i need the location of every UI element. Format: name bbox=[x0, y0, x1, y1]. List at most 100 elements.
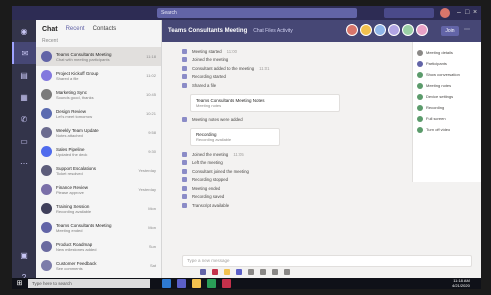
taskbar-app-icon[interactable] bbox=[162, 279, 171, 288]
activity-icon[interactable]: ◉ bbox=[12, 20, 36, 42]
calls-icon[interactable]: ✆ bbox=[12, 108, 36, 130]
panel-item[interactable]: Meeting details bbox=[417, 47, 477, 58]
event-icon bbox=[182, 160, 187, 166]
event-icon bbox=[182, 202, 187, 208]
panel-item-label: Meeting notes bbox=[426, 83, 452, 88]
apps-icon[interactable]: ▣ bbox=[12, 244, 36, 266]
chat-list-item[interactable]: Project Kickoff Group Shared a file 11:02 bbox=[36, 66, 161, 85]
compose-tool-icon[interactable] bbox=[260, 269, 266, 275]
participant-avatars[interactable] bbox=[346, 24, 428, 36]
participant-avatar[interactable] bbox=[360, 24, 372, 36]
chat-item-text: Sales Pipeline Updated the deck bbox=[56, 147, 144, 157]
message-text: Meeting started bbox=[192, 48, 222, 54]
chat-list-item[interactable]: Product Roadmap New milestones added Sun bbox=[36, 237, 161, 256]
chat-list-item[interactable]: Sales Pipeline Updated the deck 9:30 bbox=[36, 142, 161, 161]
chat-list-item[interactable]: Design Review Let's meet tomorrow 10:21 bbox=[36, 104, 161, 123]
avatar bbox=[41, 184, 52, 195]
message-text: Joined the meeting bbox=[192, 57, 229, 63]
panel-item[interactable]: Show conversation bbox=[417, 69, 477, 80]
more-options-icon[interactable]: ⋯ bbox=[464, 26, 470, 33]
taskbar-app-icon[interactable] bbox=[192, 279, 201, 288]
calendar-icon[interactable]: ▦ bbox=[12, 86, 36, 108]
chat-list-item[interactable]: Training Session Recording available Mon bbox=[36, 199, 161, 218]
taskbar-search-input[interactable]: Type here to search bbox=[28, 279, 150, 288]
participant-avatar[interactable] bbox=[402, 24, 414, 36]
panel-item[interactable]: Recording bbox=[417, 102, 477, 113]
chat-icon[interactable]: ✉ bbox=[12, 42, 36, 64]
event-icon bbox=[182, 177, 187, 183]
chat-item-text: Finance Review Please approve bbox=[56, 185, 134, 195]
compose-box[interactable]: Type a new message bbox=[182, 255, 472, 267]
meeting-notes-card[interactable]: Teams Consultants Meeting Notes Meeting … bbox=[190, 93, 340, 112]
compose-tool-icon[interactable] bbox=[284, 269, 290, 275]
participant-avatar[interactable] bbox=[416, 24, 428, 36]
user-avatar[interactable] bbox=[440, 8, 450, 18]
panel-item[interactable]: Participants bbox=[417, 58, 477, 69]
avatar bbox=[41, 203, 52, 214]
chat-item-text: Teams Consultants Meeting Chat with meeti… bbox=[56, 52, 142, 62]
panel-item-icon bbox=[417, 115, 423, 122]
avatar bbox=[41, 165, 52, 176]
start-icon[interactable]: ⊞ bbox=[15, 279, 24, 288]
chat-item-text: Training Session Recording available bbox=[56, 204, 144, 214]
avatar bbox=[41, 241, 52, 252]
teams-icon[interactable]: ▤ bbox=[12, 64, 36, 86]
card-subtitle: Meeting notes bbox=[196, 102, 222, 108]
maximize-button[interactable]: □ bbox=[465, 8, 469, 18]
taskbar-app-icon[interactable] bbox=[177, 279, 186, 288]
close-button[interactable]: × bbox=[473, 8, 477, 18]
chat-list-item[interactable]: Support Escalations Ticket resolved Yester… bbox=[36, 161, 161, 180]
participant-avatar[interactable] bbox=[346, 24, 358, 36]
compose-tool-icon[interactable] bbox=[212, 269, 218, 275]
search-input[interactable]: Search bbox=[157, 8, 357, 18]
system-message: Joined the meeting bbox=[182, 56, 412, 65]
org-switcher[interactable] bbox=[384, 8, 434, 18]
card-subtitle: Recording available bbox=[196, 137, 232, 142]
system-message: Joined the meeting 11:05 bbox=[182, 150, 412, 159]
chat-list-item[interactable]: Finance Review Please approve Yesterday bbox=[36, 180, 161, 199]
panel-item[interactable]: Turn off video bbox=[417, 124, 477, 135]
taskbar-apps bbox=[162, 279, 231, 288]
recording-card[interactable]: Recording Recording available bbox=[190, 128, 280, 146]
join-button[interactable]: Join bbox=[441, 26, 459, 36]
panel-item-icon bbox=[417, 60, 423, 67]
chat-list-item[interactable]: Customer Feedback See comments Sat bbox=[36, 256, 161, 275]
compose-tool-icon[interactable] bbox=[224, 269, 230, 275]
taskbar-app-icon[interactable] bbox=[207, 279, 216, 288]
compose-tool-icon[interactable] bbox=[272, 269, 278, 275]
panel-item[interactable]: Meeting notes bbox=[417, 80, 477, 91]
title-bar: Search – □ × bbox=[12, 6, 481, 20]
compose-tool-icon[interactable] bbox=[248, 269, 254, 275]
compose-tool-icon[interactable] bbox=[236, 269, 242, 275]
avatar bbox=[41, 222, 52, 233]
participant-avatar[interactable] bbox=[374, 24, 386, 36]
compose-toolbar bbox=[200, 269, 290, 275]
panel-item-icon bbox=[417, 93, 423, 100]
chat-item-preview: Updated the deck bbox=[56, 151, 88, 157]
tab-contacts[interactable]: Contacts bbox=[93, 26, 117, 32]
panel-item[interactable]: Device settings bbox=[417, 91, 477, 102]
minimize-button[interactable]: – bbox=[457, 8, 461, 18]
taskbar-app-icon[interactable] bbox=[222, 279, 231, 288]
chat-item-text: Product Roadmap New milestones added bbox=[56, 242, 145, 252]
chat-list-item[interactable]: Teams Consultants Meeting Meeting ended Mo… bbox=[36, 218, 161, 237]
taskbar-clock: 11:18 AM 4/21/2020 bbox=[452, 278, 470, 288]
chat-item-time: 11:18 bbox=[146, 54, 156, 59]
chat-list-item[interactable]: Marketing Sync Sounds good, thanks 10:45 bbox=[36, 85, 161, 104]
chat-list-item[interactable]: Weekly Team Update Notes attached 9:58 bbox=[36, 123, 161, 142]
chat-item-text: Customer Feedback See comments bbox=[56, 261, 146, 271]
files-icon[interactable]: ▭ bbox=[12, 130, 36, 152]
system-message: Meeting started 11:00 bbox=[182, 47, 412, 56]
chat-item-text: Marketing Sync Sounds good, thanks bbox=[56, 90, 142, 100]
message-text: Recording started bbox=[192, 74, 226, 80]
panel-item[interactable]: Full screen bbox=[417, 113, 477, 124]
tab-recent[interactable]: Recent bbox=[66, 26, 85, 32]
chat-list-item[interactable]: Teams Consultants Meeting Chat with meeti… bbox=[36, 47, 161, 66]
conversation-tabs[interactable]: Chat Files Activity bbox=[253, 28, 292, 34]
participant-avatar[interactable] bbox=[388, 24, 400, 36]
panel-item-label: Meeting details bbox=[426, 50, 453, 55]
message-text: Consultant joined the meeting bbox=[192, 168, 249, 174]
chat-item-time: 10:21 bbox=[145, 111, 156, 116]
compose-tool-icon[interactable] bbox=[200, 269, 206, 275]
more-icon[interactable]: ⋯ bbox=[12, 152, 36, 174]
